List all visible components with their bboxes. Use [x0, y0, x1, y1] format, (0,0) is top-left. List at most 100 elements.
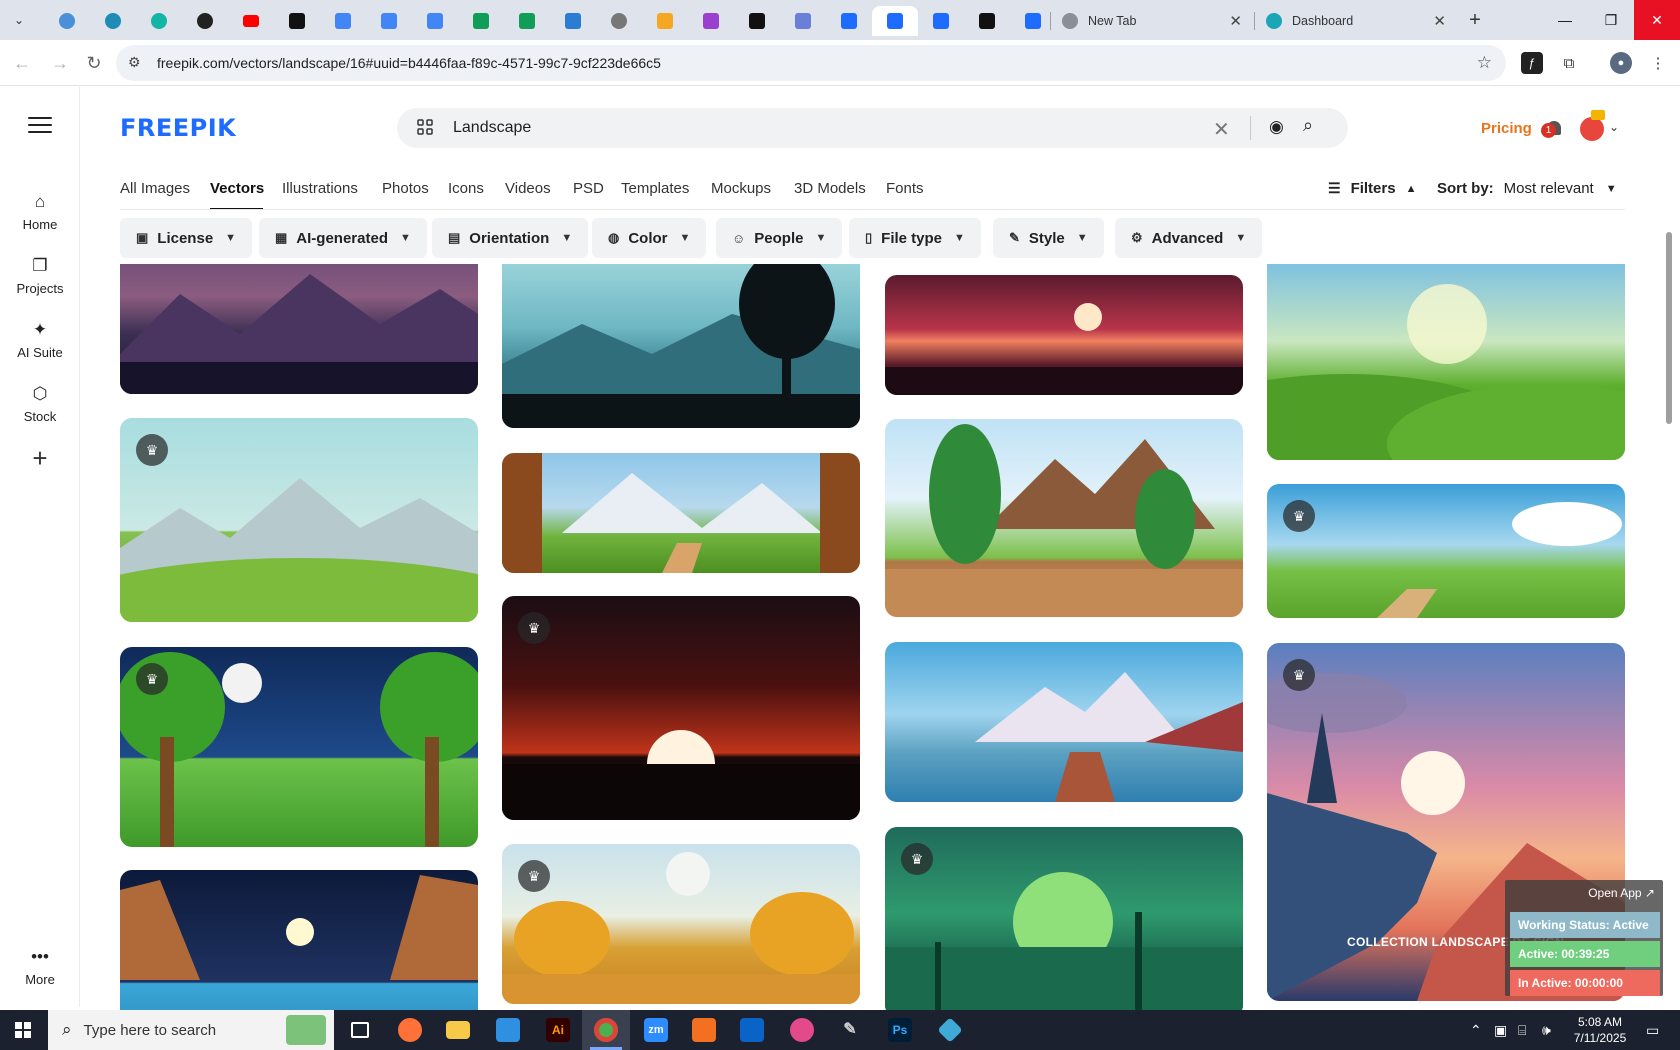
tab-icons[interactable]: Icons: [448, 180, 484, 197]
taskbar-clock[interactable]: 5:08 AM 7/11/2025: [1560, 1014, 1640, 1046]
close-icon[interactable]: ✕: [1229, 12, 1242, 30]
new-tab-button[interactable]: +: [1462, 8, 1488, 32]
search-icon[interactable]: ⌕: [1303, 115, 1313, 136]
result-card[interactable]: [502, 453, 860, 573]
volume-icon[interactable]: 🕪: [1542, 1010, 1551, 1050]
puzzle-icon[interactable]: ⧉: [1558, 52, 1580, 74]
profile-avatar[interactable]: ●: [1610, 52, 1632, 74]
tab-psd[interactable]: PSD: [573, 180, 604, 197]
tab-pinned[interactable]: [136, 6, 182, 36]
zoom-icon[interactable]: zm: [632, 1010, 680, 1050]
filter-file-type[interactable]: ▯ File type ▼: [849, 218, 981, 258]
file-explorer-icon[interactable]: [434, 1010, 482, 1050]
tab-pinned[interactable]: [734, 6, 780, 36]
filter-license[interactable]: ▣ License ▼: [120, 218, 253, 258]
tab-pinned[interactable]: [274, 6, 320, 36]
tab-pinned[interactable]: [780, 6, 826, 36]
result-card[interactable]: [885, 275, 1243, 395]
result-card[interactable]: [120, 264, 478, 394]
chrome-icon[interactable]: [582, 1010, 630, 1050]
chevron-down-icon[interactable]: ⌄: [1609, 120, 1619, 134]
close-icon[interactable]: ✕: [1433, 12, 1446, 30]
tab-pinned[interactable]: [90, 6, 136, 36]
result-card[interactable]: ♛: [885, 827, 1243, 1010]
result-card[interactable]: ♛: [502, 844, 860, 1004]
app-icon[interactable]: [926, 1010, 974, 1050]
result-card[interactable]: [1267, 264, 1625, 460]
add-button[interactable]: +: [20, 442, 60, 474]
tab-pinned[interactable]: [642, 6, 688, 36]
tab-templates[interactable]: Templates: [621, 180, 689, 197]
sidebar-item-projects[interactable]: ❐ Projects: [0, 256, 80, 296]
tab-pinned[interactable]: [182, 6, 228, 36]
address-bar[interactable]: ⚙ freepik.com/vectors/landscape/16#uuid=…: [116, 45, 1506, 81]
back-button[interactable]: ←: [10, 51, 34, 75]
result-card[interactable]: ♛: [1267, 484, 1625, 618]
search-type-icon[interactable]: [417, 119, 433, 135]
result-card[interactable]: [502, 264, 860, 428]
result-card[interactable]: ♛: [120, 647, 478, 847]
restore-button[interactable]: ❐: [1588, 0, 1634, 40]
tray-chevron-icon[interactable]: ⌃: [1470, 1010, 1482, 1050]
tab-pinned[interactable]: [550, 6, 596, 36]
filter-people[interactable]: ☺ People ▼: [716, 218, 843, 258]
bookmark-star-icon[interactable]: ☆: [1477, 53, 1492, 73]
tab-pinned[interactable]: [366, 6, 412, 36]
tab-pinned[interactable]: [918, 6, 964, 36]
tab-pinned[interactable]: [458, 6, 504, 36]
tab-pinned[interactable]: [504, 6, 550, 36]
hamburger-menu-icon[interactable]: [28, 117, 52, 135]
site-info-icon[interactable]: ⚙: [128, 54, 141, 71]
clear-search-icon[interactable]: ✕: [1213, 117, 1230, 142]
tab-pinned[interactable]: [44, 6, 90, 36]
tab-search-button[interactable]: ⌄: [6, 8, 32, 32]
pricing-link[interactable]: Pricing: [1481, 120, 1532, 137]
tab-pinned[interactable]: [228, 6, 274, 36]
tab-pinned[interactable]: [826, 6, 872, 36]
start-button[interactable]: [0, 1010, 46, 1050]
notifications-button[interactable]: 1: [1541, 119, 1563, 141]
tab-dashboard[interactable]: Dashboard ✕: [1256, 6, 1456, 36]
user-avatar[interactable]: [1580, 117, 1604, 141]
pen-icon[interactable]: ✎: [826, 1010, 874, 1050]
tab-pinned[interactable]: [964, 6, 1010, 36]
page-scrollbar[interactable]: [1666, 232, 1672, 424]
sidebar-item-stock[interactable]: ⬡ Stock: [0, 384, 80, 424]
url-text[interactable]: freepik.com/vectors/landscape/16#uuid=b4…: [157, 55, 661, 71]
illustrator-icon[interactable]: Ai: [534, 1010, 582, 1050]
tab-vectors[interactable]: Vectors: [210, 180, 264, 197]
vscode-icon[interactable]: [484, 1010, 532, 1050]
outlook-icon[interactable]: [728, 1010, 776, 1050]
sidebar-item-more[interactable]: ••• More: [0, 947, 80, 987]
tab-3d-models[interactable]: 3D Models: [794, 180, 866, 197]
result-card[interactable]: ♛: [502, 596, 860, 820]
task-view-icon[interactable]: [336, 1010, 384, 1050]
app-icon[interactable]: [680, 1010, 728, 1050]
close-window-button[interactable]: ✕: [1634, 0, 1680, 40]
tab-mockups[interactable]: Mockups: [711, 180, 771, 197]
filter-color[interactable]: ◍ Color ▼: [592, 218, 707, 258]
result-card[interactable]: ♛: [120, 418, 478, 622]
tab-pinned-active[interactable]: [872, 6, 918, 36]
notification-center-icon[interactable]: ▭: [1646, 1010, 1659, 1050]
tab-new-tab[interactable]: New Tab ✕: [1052, 6, 1252, 36]
photoshop-icon[interactable]: Ps: [876, 1010, 924, 1050]
sidebar-item-ai-suite[interactable]: ✦ AI Suite: [0, 320, 80, 360]
minimize-button[interactable]: —: [1542, 0, 1588, 40]
freepik-logo[interactable]: FREEPIK: [120, 114, 236, 142]
forward-button[interactable]: →: [48, 51, 72, 75]
tab-all-images[interactable]: All Images: [120, 180, 190, 197]
filter-orientation[interactable]: ▤ Orientation ▼: [432, 218, 589, 258]
reload-button[interactable]: ↻: [82, 51, 106, 75]
search-input[interactable]: [453, 111, 1093, 145]
tray-app-icon[interactable]: ▣: [1494, 1010, 1507, 1050]
result-card[interactable]: [885, 419, 1243, 617]
filter-style[interactable]: ✎ Style ▼: [993, 218, 1104, 258]
result-card[interactable]: [120, 870, 478, 1010]
tab-illustrations[interactable]: Illustrations: [282, 180, 358, 197]
taskbar-search[interactable]: ⌕ Type here to search: [48, 1010, 334, 1050]
tab-pinned[interactable]: [412, 6, 458, 36]
result-card[interactable]: [885, 642, 1243, 802]
filter-advanced[interactable]: ⚙ Advanced ▼: [1115, 218, 1263, 258]
tab-pinned[interactable]: [596, 6, 642, 36]
